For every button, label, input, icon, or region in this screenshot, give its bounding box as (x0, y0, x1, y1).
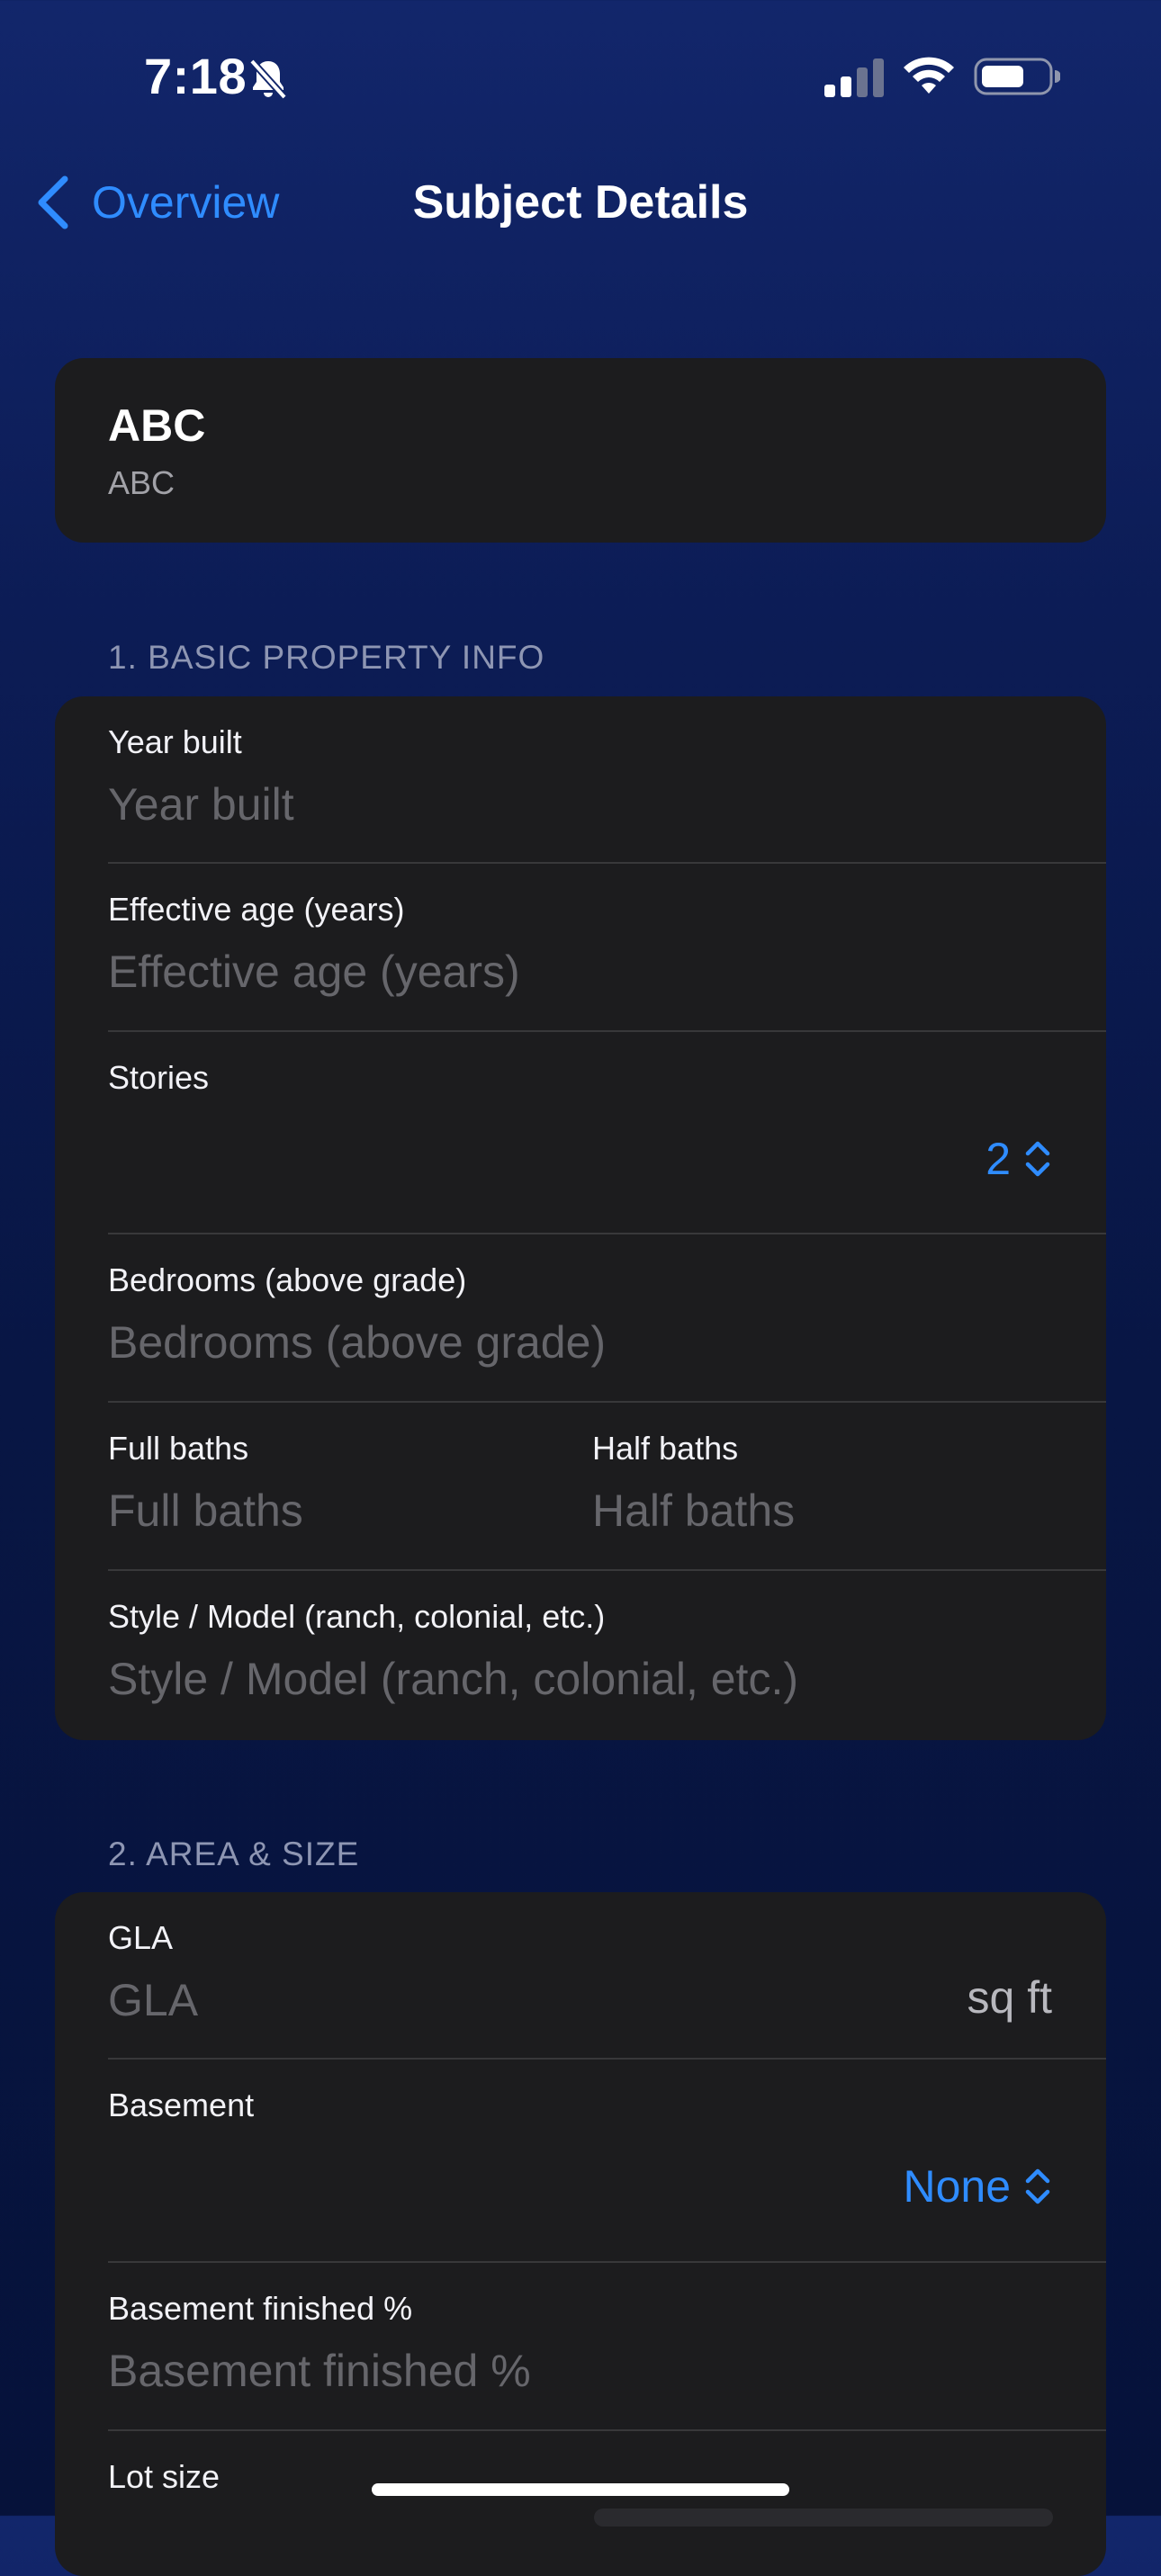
baths-row: Full baths Half baths (55, 1403, 1106, 1571)
section-header-area: 2. AREA & SIZE (108, 1836, 360, 1872)
basement-finished-row: Basement finished % (55, 2263, 1106, 2431)
lot-size-row: Lot size (55, 2431, 1106, 2576)
effective-age-label: Effective age (years) (108, 891, 405, 928)
battery-icon (974, 58, 1060, 95)
bedrooms-input[interactable] (108, 1314, 1044, 1371)
basement-row: Basement None (55, 2060, 1106, 2263)
wifi-icon (904, 57, 954, 94)
effective-age-row: Effective age (years) (55, 864, 1106, 1032)
year-built-label: Year built (108, 723, 242, 760)
effective-age-input[interactable] (108, 943, 1044, 1001)
status-time: 7:18 (144, 48, 248, 104)
gla-input[interactable] (108, 1971, 918, 2029)
year-built-input[interactable] (108, 776, 1044, 833)
bedrooms-label: Bedrooms (above grade) (108, 1261, 467, 1298)
lot-size-label: Lot size (108, 2458, 220, 2495)
basement-finished-input[interactable] (108, 2342, 1044, 2400)
chevron-up-down-icon (1025, 1141, 1050, 1177)
stories-picker[interactable]: 2 (986, 1133, 1052, 1185)
home-indicator[interactable] (372, 2483, 789, 2496)
basement-finished-label: Basement finished % (108, 2290, 413, 2327)
chevron-up-down-icon (1025, 2168, 1050, 2204)
full-baths-label: Full baths (108, 1430, 249, 1467)
stories-label: Stories (108, 1059, 210, 1096)
bedrooms-row: Bedrooms (above grade) (55, 1234, 1106, 1403)
half-baths-label: Half baths (592, 1430, 739, 1467)
basic-info-card: Year built Effective age (years) Stories… (55, 696, 1106, 1740)
page-title: Subject Details (412, 176, 749, 229)
gla-row: GLA sq ft (55, 1892, 1106, 2060)
full-baths-input[interactable] (108, 1482, 540, 1539)
bell-slash-icon (249, 58, 287, 100)
property-name: ABC (108, 400, 206, 451)
status-bar: 7:18 (0, 0, 1161, 153)
half-baths-input[interactable] (592, 1482, 1024, 1539)
area-size-card: GLA sq ft Basement None Basement finishe… (55, 1892, 1106, 2576)
style-row: Style / Model (ranch, colonial, etc.) (55, 1571, 1106, 1740)
stories-value: 2 (986, 1134, 1011, 1184)
year-built-row: Year built (55, 696, 1106, 864)
basement-label: Basement (108, 2087, 255, 2123)
gla-unit: sq ft (967, 1972, 1052, 2023)
basement-value: None (903, 2161, 1011, 2212)
stories-row: Stories 2 (55, 1032, 1106, 1234)
property-subtitle: ABC (108, 464, 176, 501)
cellular-signal-icon (824, 58, 884, 97)
basement-picker[interactable]: None (903, 2160, 1052, 2212)
property-header-card: ABC ABC (55, 358, 1106, 543)
style-label: Style / Model (ranch, colonial, etc.) (108, 1598, 606, 1635)
gla-label: GLA (108, 1919, 174, 1956)
bottom-overlay-bar (594, 2509, 1053, 2527)
section-header-basic: 1. BASIC PROPERTY INFO (108, 639, 545, 676)
style-input[interactable] (108, 1650, 1044, 1708)
